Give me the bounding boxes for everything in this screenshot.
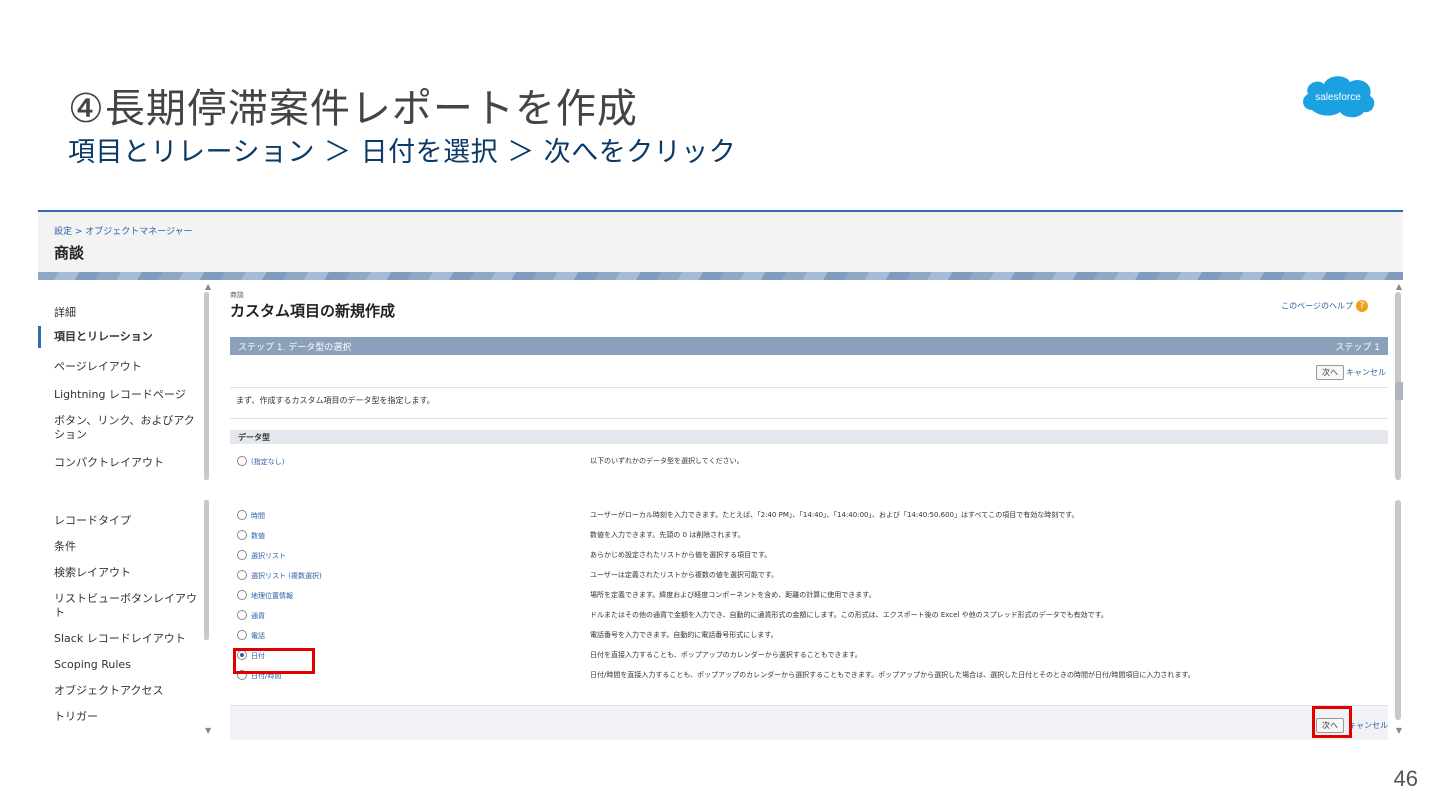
svg-text:salesforce: salesforce: [1315, 92, 1361, 103]
instruction-text: まず、作成するカスタム項目のデータ型を指定します。: [236, 396, 435, 405]
radio-label[interactable]: 時間: [251, 511, 265, 521]
help-link[interactable]: このページのヘルプ?: [1281, 300, 1368, 312]
step-title: ステップ 1. データ型の選択: [238, 343, 352, 353]
cancel-link-top[interactable]: キャンセル: [1346, 367, 1386, 378]
radio-row-multi-picklist[interactable]: 選択リスト (複数選択) ユーザーは定義されたリストから複数の値を選択可能です。: [230, 566, 1388, 586]
slide-subtitle: 項目とリレーション ＞ 日付を選択 ＞ 次へをクリック: [68, 137, 737, 168]
radio-description: 日付/時間を直接入力することも、ポップアップのカレンダーから選択することもできま…: [590, 671, 1195, 679]
help-icon: ?: [1356, 300, 1368, 312]
radio-row-number[interactable]: 数値 数値を入力できます。先頭の 0 は削除されます。: [230, 526, 1388, 546]
object-label-small: 商談: [230, 291, 244, 299]
radio-label[interactable]: (指定なし): [251, 457, 284, 467]
scroll-up-icon[interactable]: ▲: [1396, 282, 1402, 291]
sidebar-item-list-view-button-layout-cont[interactable]: ト: [38, 606, 208, 620]
slide-title: ④長期停滞案件レポートを作成: [68, 86, 638, 132]
page-number: 46: [1393, 766, 1418, 791]
radio-button[interactable]: [237, 610, 247, 620]
radio-row-none[interactable]: (指定なし) 以下のいずれかのデータ型を選択してください。: [230, 452, 1388, 472]
sidebar-scrollbar[interactable]: [204, 292, 209, 480]
radio-description: 場所を定義できます。緯度および経度コンポーネントを含め、距離の計算に使用できます…: [590, 591, 876, 599]
highlight-next-button: [1312, 706, 1352, 738]
divider: [230, 387, 1388, 388]
cancel-link-bottom[interactable]: キャンセル: [1348, 720, 1388, 731]
salesforce-setup-screenshot: 設定 > オブジェクトマネージャー 商談 詳細 項目とリレーション ページレイア…: [38, 210, 1403, 740]
radio-row-geolocation[interactable]: 地理位置情報 場所を定義できます。緯度および経度コンポーネントを含め、距離の計算…: [230, 586, 1388, 606]
scroll-down-icon[interactable]: ▼: [1396, 726, 1402, 735]
radio-button[interactable]: [237, 570, 247, 580]
sidebar-item-scoping-rules[interactable]: Scoping Rules: [38, 658, 208, 672]
sidebar-item-buttons-links-actions[interactable]: ボタン、リンク、およびアク: [38, 414, 208, 428]
sidebar-item-search-layouts[interactable]: 検索レイアウト: [38, 566, 208, 580]
sidebar-scrollbar[interactable]: [204, 500, 209, 640]
radio-description: 電話番号を入力できます。自動的に電話番号形式にします。: [590, 631, 778, 639]
page-title: カスタム項目の新規作成: [230, 302, 396, 320]
radio-description: あらかじめ設定されたリストから値を選択する項目です。: [590, 551, 772, 559]
radio-label[interactable]: 通貨: [251, 611, 265, 621]
scroll-down-icon[interactable]: ▼: [205, 726, 211, 735]
radio-row-date[interactable]: 日付 日付を直接入力することも、ポップアップのカレンダーから選択することもできま…: [230, 646, 1388, 666]
next-button-top[interactable]: 次へ: [1316, 365, 1344, 380]
decorative-band: [38, 272, 1403, 280]
object-name: 商談: [54, 244, 85, 262]
radio-row-picklist[interactable]: 選択リスト あらかじめ設定されたリストから値を選択する項目です。: [230, 546, 1388, 566]
radio-row-time[interactable]: 時間 ユーザーがローカル時刻を入力できます。たとえば、「2:40 PM」、「14…: [230, 506, 1388, 526]
breadcrumb[interactable]: 設定 > オブジェクトマネージャー: [54, 224, 193, 237]
main-scrollbar[interactable]: [1395, 500, 1401, 720]
button-footer: 次へ キャンセル: [230, 705, 1388, 740]
sidebar-item-fields-relationships[interactable]: 項目とリレーション: [38, 326, 208, 348]
data-type-header: データ型: [230, 430, 1388, 444]
sidebar-item-list-view-button-layout[interactable]: リストビューボタンレイアウ: [38, 592, 208, 606]
salesforce-logo: salesforce: [1298, 70, 1378, 120]
radio-label[interactable]: 選択リスト: [251, 551, 286, 561]
help-link-label[interactable]: このページのヘルプ: [1281, 302, 1353, 311]
sidebar-item-compact-layout[interactable]: コンパクトレイアウト: [38, 456, 208, 470]
radio-label[interactable]: 選択リスト (複数選択): [251, 571, 322, 581]
step-bar: ステップ 1. データ型の選択 ステップ 1: [230, 337, 1388, 355]
radio-button[interactable]: [237, 630, 247, 640]
sidebar-item-lightning-record-page[interactable]: Lightning レコードページ: [38, 388, 208, 402]
highlight-date-option: [233, 648, 315, 674]
sidebar-item-details[interactable]: 詳細: [38, 306, 208, 320]
scroll-up-icon[interactable]: ▲: [205, 282, 211, 291]
radio-label[interactable]: 数値: [251, 531, 265, 541]
collapse-tab[interactable]: [1395, 382, 1403, 400]
upper-panel: 詳細 項目とリレーション ページレイアウト Lightning レコードページ …: [38, 280, 1403, 480]
radio-button[interactable]: [237, 590, 247, 600]
radio-row-currency[interactable]: 通貨 ドルまたはその他の通貨で金額を入力でき、自動的に通貨形式の金額にします。こ…: [230, 606, 1388, 626]
radio-label[interactable]: 地理位置情報: [251, 591, 293, 601]
lower-panel: レコードタイプ 条件 検索レイアウト リストビューボタンレイアウ ト Slack…: [38, 500, 1403, 740]
sidebar-item-object-access[interactable]: オブジェクトアクセス: [38, 684, 208, 698]
radio-description: ユーザーは定義されたリストから複数の値を選択可能です。: [590, 571, 779, 579]
radio-description: 以下のいずれかのデータ型を選択してください。: [590, 457, 744, 465]
radio-row-datetime[interactable]: 日付/時間 日付/時間を直接入力することも、ポップアップのカレンダーから選択する…: [230, 666, 1388, 686]
radio-button[interactable]: [237, 550, 247, 560]
radio-button[interactable]: [237, 456, 247, 466]
main-content-lower: 時間 ユーザーがローカル時刻を入力できます。たとえば、「2:40 PM」、「14…: [218, 500, 1388, 740]
sidebar-item-buttons-links-actions-cont[interactable]: ション: [38, 428, 208, 442]
radio-row-phone[interactable]: 電話 電話番号を入力できます。自動的に電話番号形式にします。: [230, 626, 1388, 646]
sidebar-item-triggers[interactable]: トリガー: [38, 710, 208, 724]
radio-label[interactable]: 電話: [251, 631, 265, 641]
sidebar-item-slack-record-layout[interactable]: Slack レコードレイアウト: [38, 632, 208, 646]
main-content-upper: 商談 カスタム項目の新規作成 このページのヘルプ? ステップ 1. データ型の選…: [218, 280, 1388, 480]
radio-description: ユーザーがローカル時刻を入力できます。たとえば、「2:40 PM」、「14:40…: [590, 511, 1079, 519]
radio-button[interactable]: [237, 530, 247, 540]
radio-description: 数値を入力できます。先頭の 0 は削除されます。: [590, 531, 745, 539]
sidebar-item-page-layout[interactable]: ページレイアウト: [38, 360, 208, 374]
sidebar-item-conditions[interactable]: 条件: [38, 540, 208, 554]
object-manager-header: 設定 > オブジェクトマネージャー 商談: [38, 210, 1403, 272]
sidebar-item-record-types[interactable]: レコードタイプ: [38, 514, 208, 528]
radio-description: 日付を直接入力することも、ポップアップのカレンダーから選択することもできます。: [590, 651, 862, 659]
divider: [230, 418, 1388, 419]
radio-button[interactable]: [237, 510, 247, 520]
step-indicator: ステップ 1: [1335, 343, 1380, 353]
radio-description: ドルまたはその他の通貨で金額を入力でき、自動的に通貨形式の金額にします。この形式…: [590, 611, 1108, 619]
